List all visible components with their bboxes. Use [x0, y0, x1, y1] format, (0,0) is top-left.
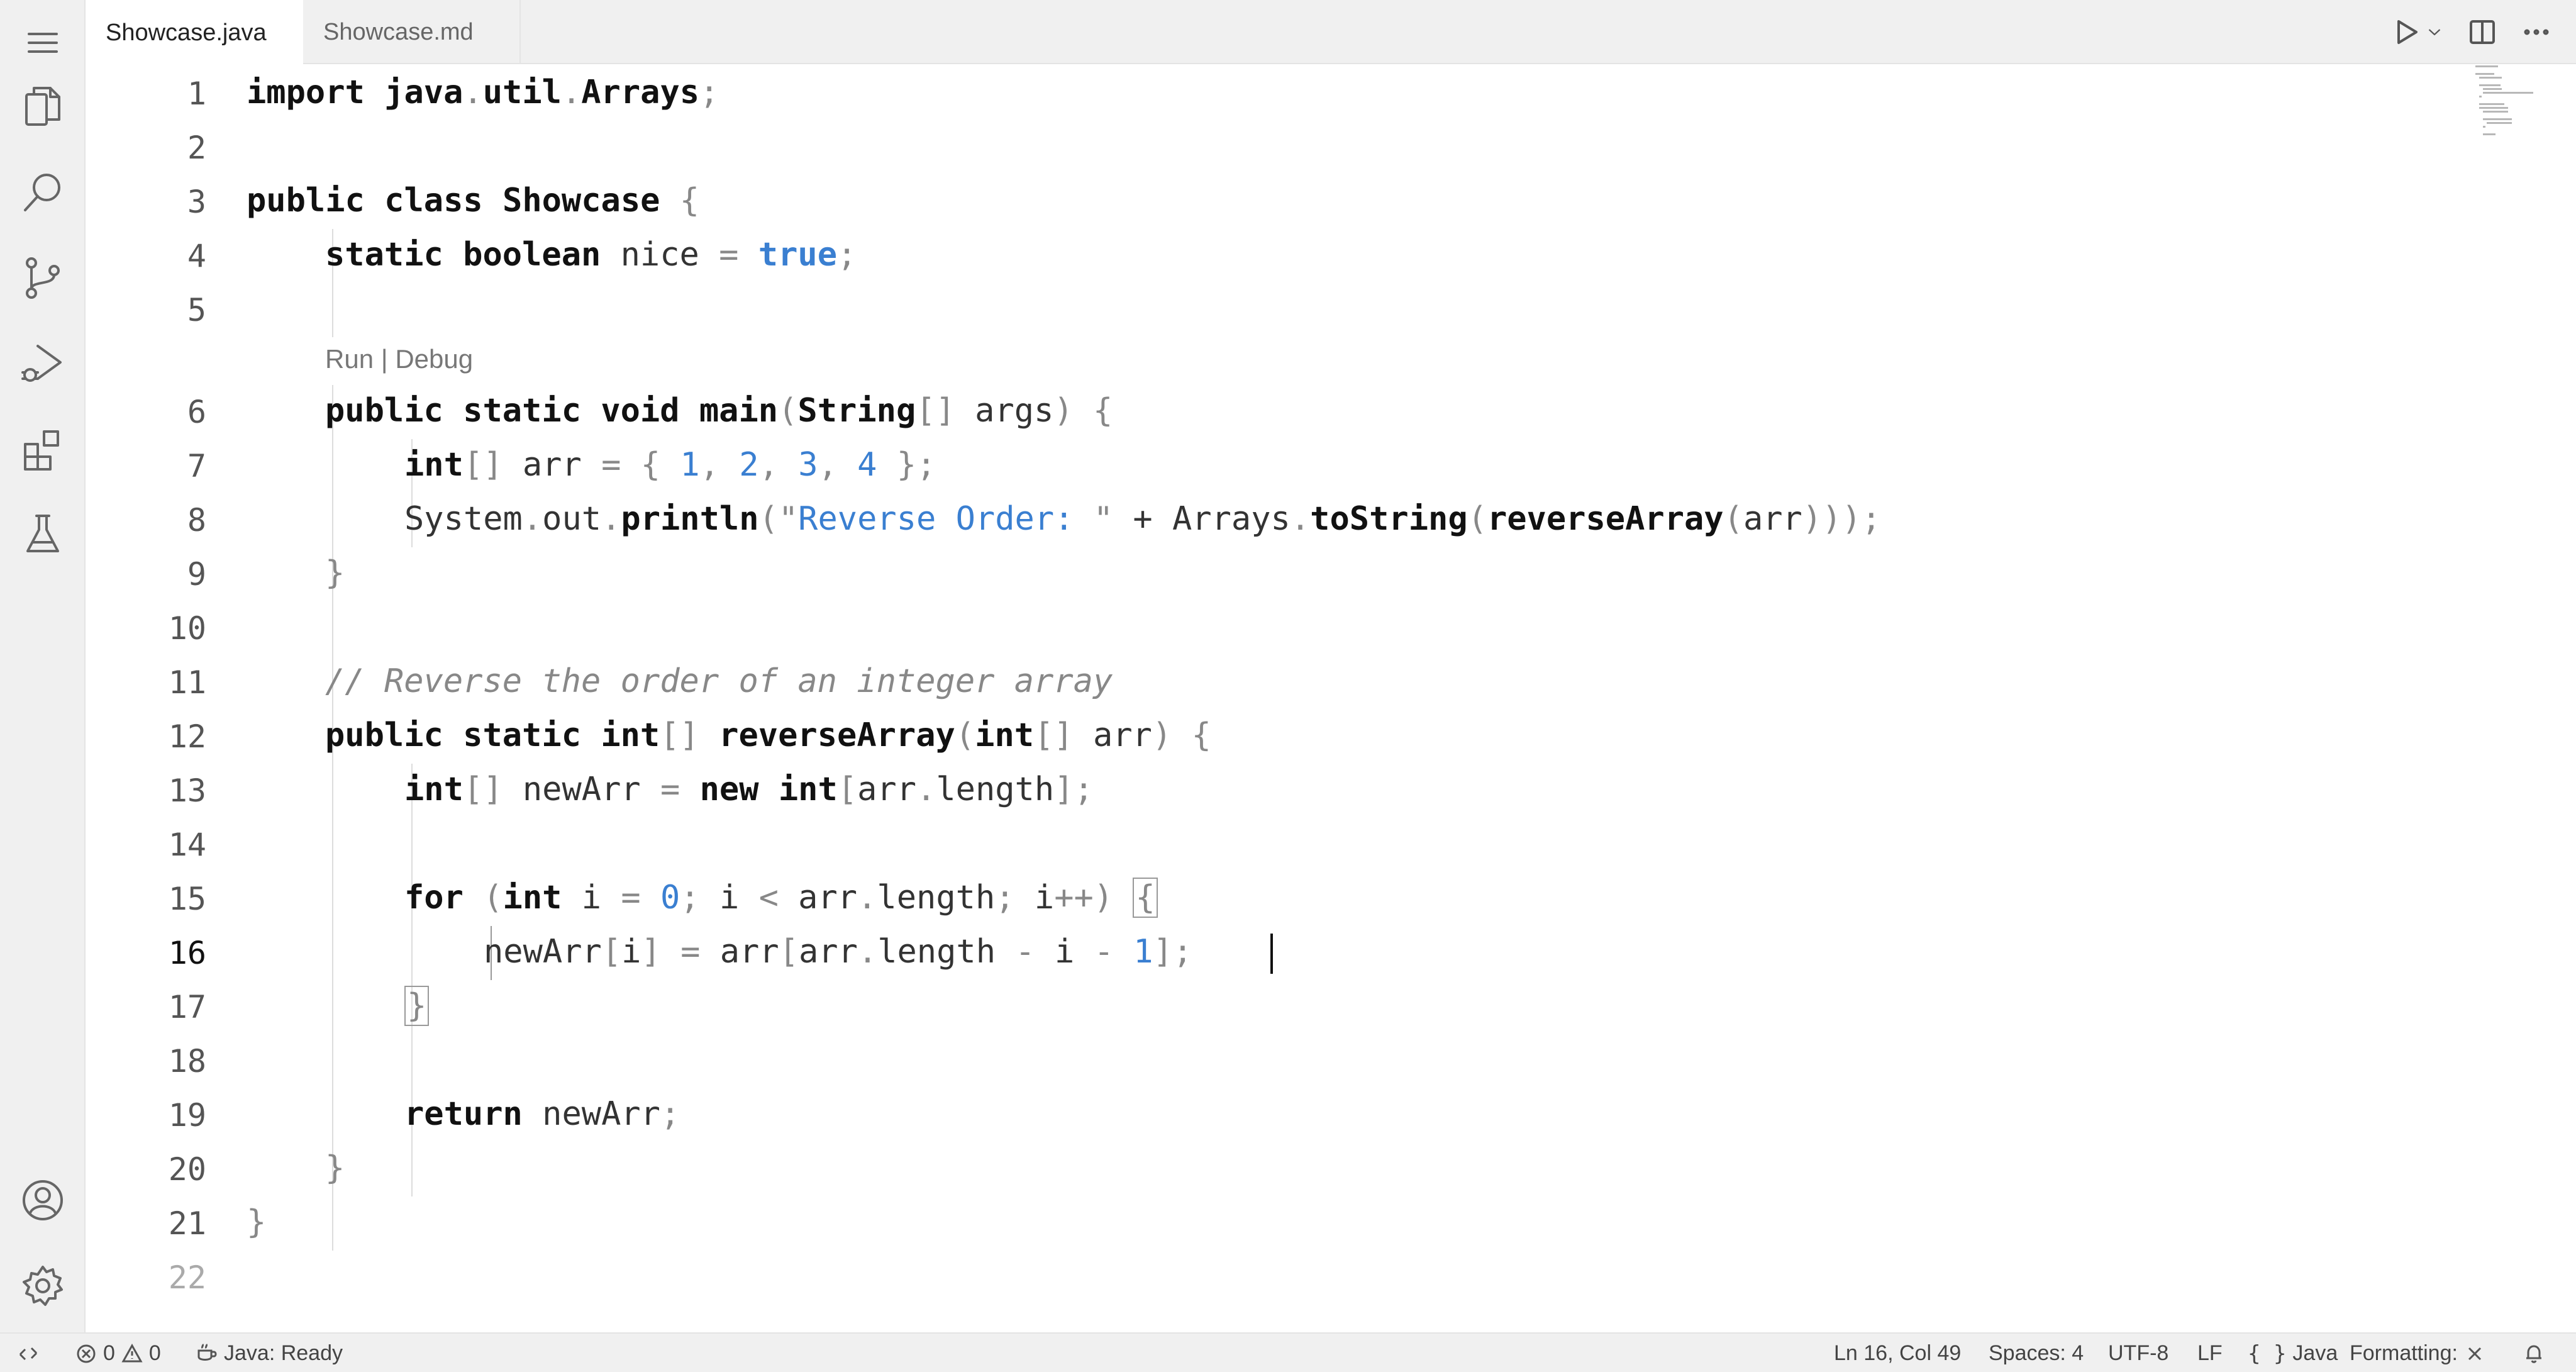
problems-indicator[interactable]: 0 0 — [75, 1334, 161, 1372]
cursor-position-label: Ln 16, Col 49 — [1834, 1341, 1962, 1365]
codelens-debug[interactable]: Debug — [395, 344, 473, 374]
line-number-current: 16 — [168, 935, 206, 971]
line-number: 15 — [168, 881, 206, 917]
warning-icon — [121, 1343, 143, 1362]
more-actions-icon[interactable] — [2522, 18, 2551, 47]
settings-gear-icon[interactable] — [0, 1243, 86, 1329]
eol-label: LF — [2197, 1341, 2223, 1365]
editor-actions — [2392, 0, 2551, 64]
line-number: 17 — [168, 989, 206, 1025]
line-number: 9 — [187, 556, 206, 593]
split-editor-icon[interactable] — [2468, 18, 2497, 47]
line-number: 1 — [187, 75, 206, 112]
line-number: 22 — [168, 1259, 206, 1296]
line-number: 19 — [168, 1097, 206, 1134]
cursor-position[interactable]: Ln 16, Col 49 — [1834, 1334, 1961, 1372]
code-line-3: public class Showcase { — [247, 182, 700, 220]
encoding[interactable]: UTF-8 — [2108, 1334, 2168, 1372]
indentation[interactable]: Spaces: 4 — [1989, 1334, 2084, 1372]
run-icon[interactable] — [2392, 18, 2443, 47]
java-status[interactable]: Java: Ready — [196, 1334, 343, 1372]
line-number: 3 — [187, 184, 206, 220]
code-line-8: System.out.println("Reverse Order: " + A… — [404, 500, 1882, 538]
line-number: 21 — [168, 1205, 206, 1242]
code-line-11: // Reverse the order of an integer array — [325, 662, 1113, 700]
line-number: 13 — [168, 772, 206, 809]
testing-icon[interactable] — [0, 492, 86, 577]
codelens-run[interactable]: Run — [325, 344, 374, 374]
status-bar: 0 0 Java: Ready Ln 16, Col 49 Spaces: 4 … — [0, 1332, 2576, 1372]
chevron-down-icon — [2428, 29, 2441, 36]
code-line-6: public static void main(String[] args) { — [325, 392, 1113, 430]
line-number: 10 — [168, 610, 206, 647]
tab-showcase-java[interactable]: Showcase.java — [86, 0, 303, 65]
error-icon — [77, 1344, 96, 1363]
code-line-15: for (int i = 0; i < arr.length; i++) { — [404, 871, 1158, 925]
warning-count: 0 — [148, 1341, 161, 1365]
tab-label: Showcase.java — [106, 19, 267, 46]
indent-guide — [332, 385, 333, 1251]
code-line-1: import java.util.Arrays; — [247, 74, 719, 111]
language-label: Java — [2292, 1341, 2338, 1365]
bracket-match: } — [404, 986, 430, 1026]
formatting-label: Formatting: — [2350, 1341, 2458, 1365]
formatting-status[interactable]: Formatting: — [2350, 1334, 2485, 1372]
code-line-16: newArr[i] = arr[arr.length - i - 1]; — [484, 933, 1193, 971]
encoding-label: UTF-8 — [2108, 1341, 2169, 1365]
minimap[interactable] — [2475, 65, 2576, 191]
line-number: 18 — [168, 1043, 206, 1079]
line-number: 7 — [187, 448, 206, 484]
activity-bar — [0, 0, 86, 1332]
line-number-gutter: 1 2 3 4 5 6 7 8 9 10 11 12 13 14 15 16 1… — [86, 65, 211, 1332]
line-number: 11 — [168, 664, 206, 701]
end-of-line[interactable]: LF — [2197, 1334, 2223, 1372]
search-icon[interactable] — [0, 150, 86, 235]
line-number: 8 — [187, 502, 206, 538]
codelens-separator: | — [374, 344, 396, 374]
tab-label: Showcase.md — [323, 18, 474, 45]
close-icon — [2468, 1347, 2482, 1360]
indentation-label: Spaces: 4 — [1989, 1341, 2084, 1365]
tab-bar: Showcase.java Showcase.md — [86, 0, 2576, 65]
java-status-label: Java: Ready — [224, 1341, 343, 1365]
code-line-7: int[] arr = { 1, 2, 3, 4 }; — [404, 446, 936, 484]
line-number: 5 — [187, 292, 206, 328]
notifications[interactable] — [2523, 1334, 2545, 1372]
line-number: 20 — [168, 1151, 206, 1188]
line-number: 14 — [168, 827, 206, 863]
code-line-12: public static int[] reverseArray(int[] a… — [325, 717, 1211, 754]
code-line-17: } — [404, 979, 430, 1033]
extensions-icon[interactable] — [0, 406, 86, 492]
language-mode[interactable]: { } Java — [2248, 1334, 2338, 1372]
code-line-9: } — [325, 554, 345, 592]
account-icon[interactable] — [0, 1157, 86, 1243]
line-number: 12 — [168, 718, 206, 755]
line-number: 2 — [187, 130, 206, 166]
remote-indicator[interactable] — [18, 1334, 39, 1372]
code-line-21: } — [247, 1203, 267, 1241]
line-number: 4 — [187, 238, 206, 274]
code-line-20: } — [325, 1149, 345, 1187]
braces-icon: { } — [2248, 1341, 2287, 1366]
source-control-icon[interactable] — [0, 235, 86, 321]
code-line-19: return newArr; — [404, 1095, 680, 1133]
error-count: 0 — [103, 1341, 115, 1365]
coffee-cup-icon — [197, 1343, 217, 1361]
code-line-13: int[] newArr = new int[arr.length]; — [404, 771, 1094, 808]
code-editor[interactable]: 1 2 3 4 5 6 7 8 9 10 11 12 13 14 15 16 1… — [86, 65, 2576, 1332]
line-number: 6 — [187, 394, 206, 430]
code-line-4: static boolean nice = true; — [325, 236, 857, 274]
run-debug-icon[interactable] — [0, 321, 86, 406]
code-area[interactable]: import java.util.Arrays; public class Sh… — [247, 65, 2576, 1332]
remote-icon — [19, 1347, 38, 1360]
tab-showcase-md[interactable]: Showcase.md — [303, 0, 521, 64]
bracket-match: { — [1133, 878, 1158, 918]
text-cursor — [1270, 934, 1273, 974]
codelens: Run | Debug — [325, 332, 473, 386]
bell-icon — [2526, 1344, 2541, 1363]
explorer-icon[interactable] — [0, 64, 86, 150]
